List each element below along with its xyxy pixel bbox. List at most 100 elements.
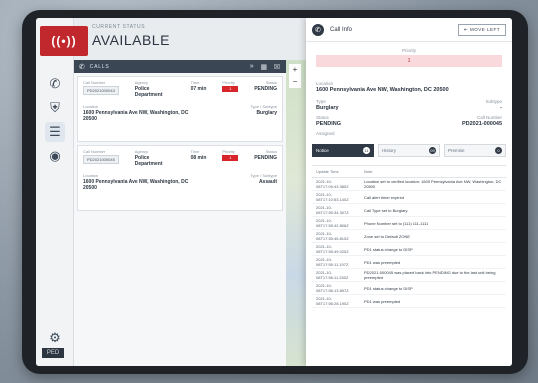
calls-icon: ✆ xyxy=(79,63,86,71)
tab-premise[interactable]: Premise 0 xyxy=(444,144,506,157)
status-label: CURRENT STATUS xyxy=(92,24,146,30)
calls-title: CALLS xyxy=(89,63,110,70)
note: PD2021-000045 was placed back into PENDI… xyxy=(364,270,496,280)
note: Zone set to Default ZONE xyxy=(364,233,411,239)
status-header: CURRENT STATUS AVAILABLE xyxy=(92,24,292,56)
type-label: Type / Subtype xyxy=(250,173,277,178)
call-fields: Location 1600 Pennsylvania Ave NW, Washi… xyxy=(306,67,512,136)
tab-notice[interactable]: Notice 11 xyxy=(312,144,374,157)
update-time: 2021-10-08T17:55:42.806Z xyxy=(316,218,349,228)
call-number: PD2021000043 xyxy=(83,86,119,95)
call-info-drawer: ✆ Call Info ⇤ MOVE LEFT Priority 1 Locat… xyxy=(306,18,512,366)
map-zoom-control[interactable]: + − xyxy=(289,64,301,88)
close-icon[interactable]: ☒ xyxy=(274,63,281,71)
call-card[interactable]: Call Number PD2021000045 Agency Police D… xyxy=(77,145,283,211)
calls-panel: ✆ CALLS » ▦ ☒ Call Number PD2021000043 A… xyxy=(74,60,286,366)
note: Phone Number set to (111) 111-1111 xyxy=(364,220,429,226)
location-value: 1600 Pennsylvania Ave NW, Washington, DC… xyxy=(83,179,189,191)
location-pin-icon[interactable]: ◉ xyxy=(45,146,65,166)
status-value: PENDING xyxy=(254,155,277,161)
type-value: Assault xyxy=(258,179,277,185)
map-view[interactable]: + − xyxy=(286,60,306,366)
update-time: 2021-10-08T17:56:11.250Z xyxy=(316,270,349,280)
tab-count: 09 xyxy=(429,147,436,154)
drawer-title: Call Info xyxy=(330,26,353,33)
location-label: Location xyxy=(83,173,99,178)
priority-value: 1 xyxy=(222,155,239,161)
tab-label: History xyxy=(382,148,397,153)
note: PD1 status change to DISP xyxy=(364,246,413,252)
agency-label: Agency xyxy=(134,80,149,85)
tab-history[interactable]: History 09 xyxy=(378,144,440,157)
agency-label: Agency xyxy=(134,149,149,154)
note: PD1 was preempted xyxy=(364,259,401,265)
note: PD1 was preempted xyxy=(364,298,401,304)
time-value: 08 min xyxy=(190,155,207,161)
priority-block: Priority 1 xyxy=(316,48,502,67)
table-row: 2021-10-08T17:55:42.806Z Phone Number set… xyxy=(312,217,506,230)
update-time: 2021-10-08T17:56:28.190Z xyxy=(316,296,349,306)
shield-icon[interactable]: ⛨ xyxy=(45,98,65,118)
table-header: Update Time Note xyxy=(312,166,506,178)
note: Location set to verified location: 1600 … xyxy=(364,179,502,189)
location-label: Location xyxy=(316,81,334,86)
tab-label: Notice xyxy=(316,148,329,153)
table-row: 2021-10-08T17:55:45.810Z Zone set to Defa… xyxy=(312,230,506,243)
table-row: 2021-10-08T17:55:34.307Z Call Type set to… xyxy=(312,204,506,217)
status-value[interactable]: AVAILABLE xyxy=(92,32,292,48)
table-row: 2021-10-08T17:56:13.897Z PD1 status chang… xyxy=(312,282,506,295)
calls-list-icon[interactable]: ☰ xyxy=(45,122,65,142)
tab-label: Premise xyxy=(448,148,465,153)
zoom-in-icon[interactable]: + xyxy=(289,64,301,76)
call-number-label: Call Number xyxy=(83,80,106,85)
expand-icon[interactable]: » xyxy=(250,63,255,71)
note: Call alert timer expired xyxy=(364,194,405,200)
priority-label: Priority xyxy=(401,48,416,53)
drawer-tabs: Notice 11 History 09 Premise 0 xyxy=(306,144,512,157)
location-value: 1600 Pennsylvania Ave NW, Washington, DC… xyxy=(83,110,189,122)
call-number-label: Call Number xyxy=(476,115,502,120)
agency-value: Police Department xyxy=(134,155,163,167)
update-time: 2021-10-08T17:55:45.810Z xyxy=(316,231,349,241)
table-row: 2021-10-08T17:55:11.197Z PD1 was preempte… xyxy=(312,256,506,269)
call-number: PD2021000045 xyxy=(83,155,119,164)
left-rail: ((•)) ✆ ⛨ ☰ ◉ ⚙ PED xyxy=(36,18,88,366)
note: Call Type set to Burglary xyxy=(364,207,408,213)
unit-badge: PED xyxy=(42,348,64,358)
type-label: Type / Subtype xyxy=(250,104,277,109)
status-value: PENDING xyxy=(316,121,342,127)
column-update-time: Update Time xyxy=(316,169,339,174)
phone-icon[interactable]: ✆ xyxy=(45,74,65,94)
move-left-button[interactable]: ⇤ MOVE LEFT xyxy=(457,23,506,36)
grid-icon[interactable]: ▦ xyxy=(261,63,268,71)
update-time: 2021-10-08T17:55:11.197Z xyxy=(316,257,349,267)
status-label: Status xyxy=(316,115,329,120)
table-row: 2021-10-08T17:10:53.140Z Call alert timer… xyxy=(312,191,506,204)
alert-logo-icon[interactable]: ((•)) xyxy=(40,26,88,56)
update-time: 2021-10-08T17:55:49.020Z xyxy=(316,244,349,254)
assigned-label: Assigned xyxy=(316,131,335,136)
priority-value: 1 xyxy=(222,86,239,92)
call-number-label: Call Number xyxy=(83,149,106,154)
notice-table: Update Time Note 2021-10-08T17:09:43.380… xyxy=(312,165,506,308)
call-card[interactable]: Call Number PD2021000043 Agency Police D… xyxy=(77,76,283,142)
subtype-label: Subtype xyxy=(485,99,502,104)
zoom-out-icon[interactable]: − xyxy=(289,76,301,88)
priority-label: Priority xyxy=(222,80,235,85)
priority-value: 1 xyxy=(316,55,502,67)
type-value: Burglary xyxy=(256,110,277,116)
agency-value: Police Department xyxy=(134,86,163,98)
table-row: 2021-10-08T17:55:49.020Z PD1 status chang… xyxy=(312,243,506,256)
note: PD1 status change to DISP xyxy=(364,285,413,291)
time-label: Time xyxy=(190,80,200,85)
phone-icon: ✆ xyxy=(312,23,324,36)
status-label: Status xyxy=(265,149,277,154)
location-label: Location xyxy=(83,104,99,109)
time-value: 07 min xyxy=(190,86,207,92)
tab-count: 11 xyxy=(363,147,370,154)
update-time: 2021-10-08T17:56:13.897Z xyxy=(316,283,349,293)
screen: ((•)) ✆ ⛨ ☰ ◉ ⚙ PED CURRENT STATUS AVAIL… xyxy=(36,18,512,366)
column-note: Note xyxy=(364,169,373,174)
status-value: PENDING xyxy=(254,86,277,92)
gear-icon[interactable]: ⚙ xyxy=(45,328,65,348)
